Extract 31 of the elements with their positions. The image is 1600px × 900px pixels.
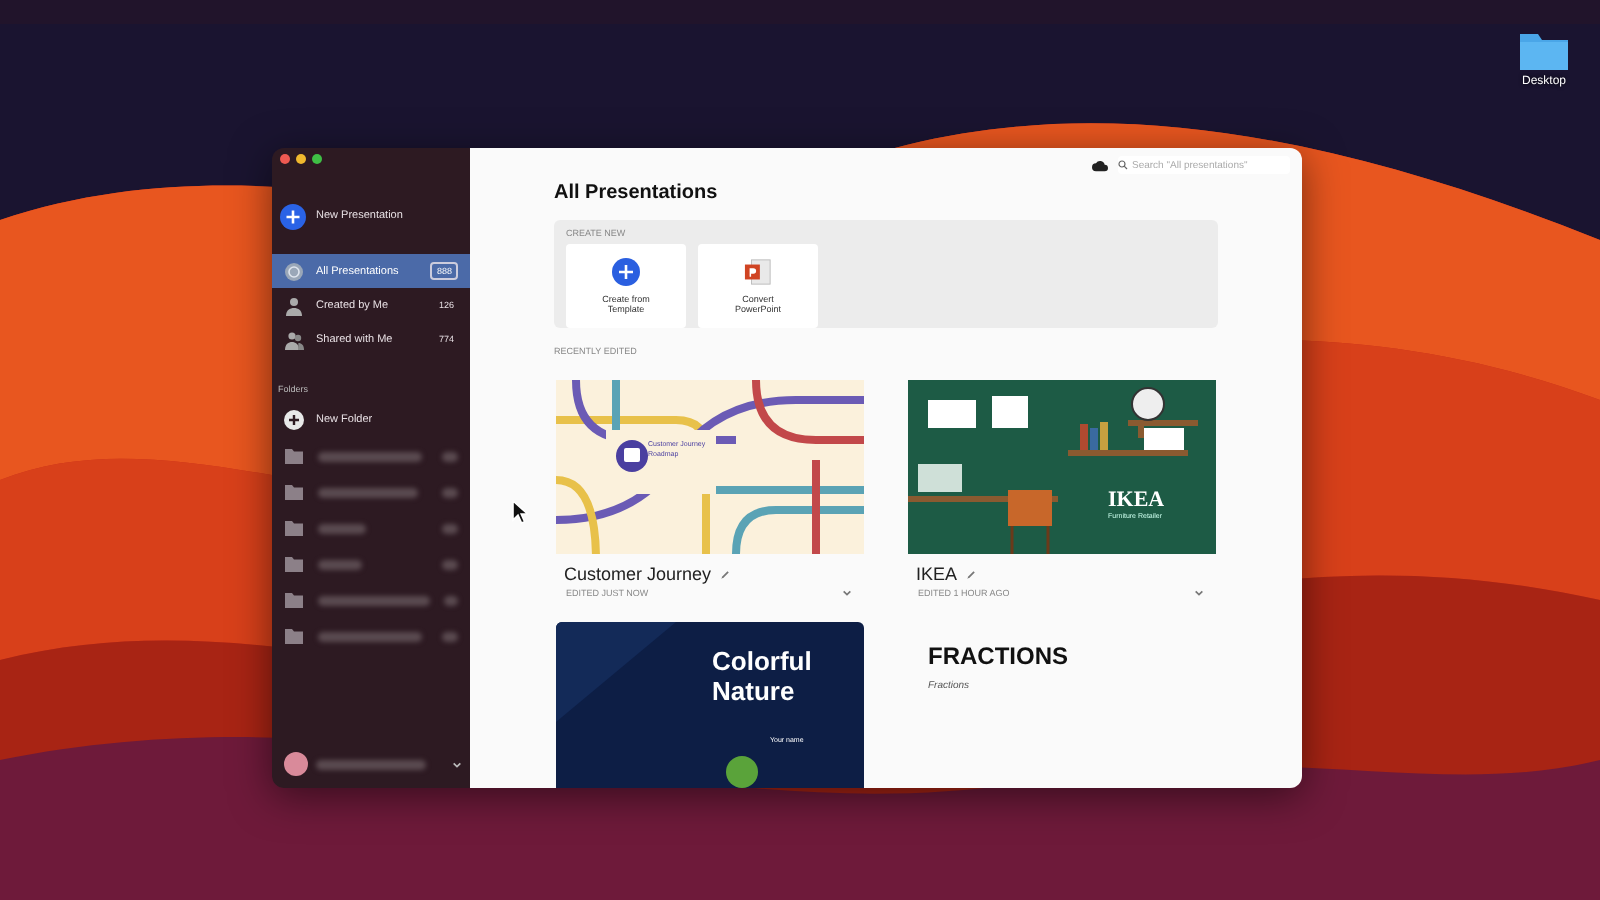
- redacted-text: [443, 595, 458, 605]
- plus-icon: [280, 203, 306, 229]
- search-icon: [1118, 160, 1128, 170]
- circle-icon: [284, 261, 304, 281]
- redacted-text: [442, 487, 458, 497]
- person-icon: [284, 295, 304, 315]
- redacted-text: [442, 523, 458, 533]
- redacted-text: [442, 559, 458, 569]
- pointer-icon: [512, 500, 528, 524]
- presentation-title[interactable]: IKEA: [916, 564, 958, 584]
- caret-icon[interactable]: [842, 588, 852, 598]
- slide-title: IKEA: [1108, 488, 1165, 512]
- plus-icon: [284, 410, 304, 430]
- presentation-title[interactable]: Customer Journey: [564, 564, 712, 584]
- slide-title: Colorful Nature: [712, 648, 814, 708]
- avatar[interactable]: [284, 752, 308, 776]
- caret-icon[interactable]: [1194, 588, 1204, 598]
- plus-icon: [612, 258, 640, 286]
- cloud-icon[interactable]: [1092, 159, 1108, 171]
- page-title: All Presentations: [554, 182, 720, 204]
- pencil-icon[interactable]: [965, 569, 976, 579]
- pencil-icon[interactable]: [719, 569, 730, 579]
- caret-icon[interactable]: [452, 759, 462, 769]
- minimize-button[interactable]: [296, 154, 306, 164]
- redacted-text: [442, 631, 458, 641]
- redacted-text: [442, 451, 458, 461]
- document-icon: [744, 258, 772, 286]
- people-icon: [284, 329, 304, 349]
- close-button[interactable]: [280, 154, 290, 164]
- slide-title: FRACTIONS: [928, 642, 1070, 670]
- zoom-button[interactable]: [312, 154, 322, 164]
